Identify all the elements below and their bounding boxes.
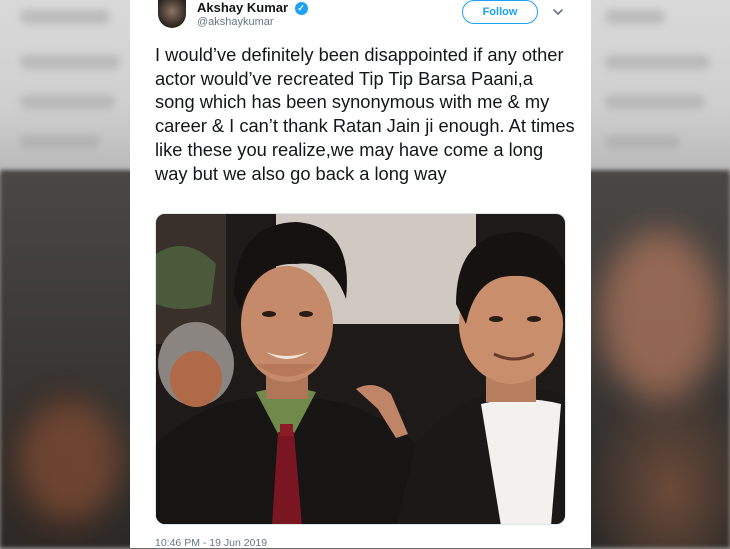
tweet-photo[interactable] — [155, 213, 566, 525]
tweet-text: I would’ve definitely been disappointed … — [155, 44, 575, 184]
blurred-text-line — [20, 135, 100, 149]
blurred-text-line — [20, 55, 120, 69]
tweet-card: Akshay Kumar ✓ @akshaykumar Follow I wou… — [130, 0, 591, 549]
author-name[interactable]: Akshay Kumar — [197, 0, 288, 15]
tweet-timestamp[interactable]: 10:46 PM - 19 Jun 2019 — [155, 537, 267, 549]
follow-button[interactable]: Follow — [462, 0, 538, 24]
blurred-face — [20, 400, 120, 520]
author-handle[interactable]: @akshaykumar — [197, 16, 274, 28]
blurred-face — [600, 230, 720, 400]
blurred-text-line — [20, 10, 110, 24]
blurred-text-line — [605, 10, 665, 24]
author-name-row[interactable]: Akshay Kumar ✓ — [197, 0, 308, 15]
blurred-text-line — [605, 95, 705, 109]
blurred-text-line — [605, 135, 680, 149]
chevron-down-icon[interactable] — [552, 6, 564, 18]
blurred-text-line — [20, 95, 115, 109]
verified-badge-icon: ✓ — [294, 2, 308, 15]
avatar[interactable] — [158, 0, 186, 28]
blurred-text-line — [605, 55, 710, 69]
